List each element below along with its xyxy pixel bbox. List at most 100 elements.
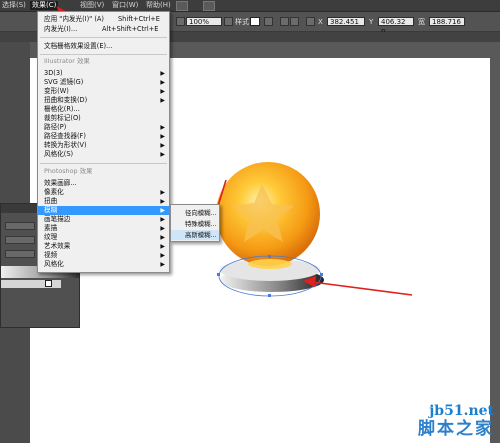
menu-item-path[interactable]: 路径(P) ▶: [38, 123, 169, 132]
menu-divider: [40, 37, 167, 38]
menu-item-gaussian-blur[interactable]: 高斯模糊...: [171, 230, 219, 240]
menu-item-label: 像素化: [44, 188, 64, 196]
style-swatch[interactable]: [250, 17, 260, 26]
menu-item-label: 艺术效果: [44, 242, 71, 250]
menu-item-last-effect[interactable]: 内发光(I)... Alt+Shift+Ctrl+E: [38, 25, 169, 34]
submenu-arrow-icon: ▶: [160, 252, 165, 259]
transform-icon[interactable]: [290, 17, 299, 26]
menu-item-label: 变形(W): [44, 87, 69, 95]
width-field[interactable]: 188.716: [429, 17, 465, 26]
menu-item-shortcut: Shift+Ctrl+E: [118, 15, 160, 23]
bridge-icon[interactable]: [176, 1, 188, 11]
menu-item-artistic[interactable]: 艺术效果 ▶: [38, 242, 169, 251]
submenu-arrow-icon: ▶: [160, 142, 165, 149]
menu-item-apply-last-effect[interactable]: 应用 "内发光(I)" (A) Shift+Ctrl+E: [38, 15, 169, 24]
y-label: Y: [369, 18, 374, 26]
x-label: X: [318, 18, 323, 26]
menu-item-stylize-ps[interactable]: 风格化 ▶: [38, 260, 169, 269]
menu-item-3d[interactable]: 3D(3) ▶: [38, 69, 169, 78]
submenu-arrow-icon: ▶: [160, 243, 165, 250]
menu-item-label: 内发光(I)...: [44, 25, 78, 33]
menu-view[interactable]: 视图(V): [80, 1, 104, 10]
submenu-arrow-icon: ▶: [160, 261, 165, 268]
menu-item-distort-transform[interactable]: 扭曲和变换(D) ▶: [38, 96, 169, 105]
watermark-name: 脚本之家: [418, 419, 494, 439]
gradient-preview: [1, 280, 61, 288]
opacity-toggle-icon[interactable]: [176, 17, 185, 26]
submenu-arrow-icon: ▶: [160, 216, 165, 223]
menu-item-blur[interactable]: 模糊 ▶: [38, 206, 169, 215]
menu-item-pixelate[interactable]: 像素化 ▶: [38, 188, 169, 197]
menu-item-label: 效果画廊...: [44, 179, 77, 187]
menu-item-texture[interactable]: 纹理 ▶: [38, 233, 169, 242]
menu-item-brush-strokes[interactable]: 画笔描边 ▶: [38, 215, 169, 224]
menu-item-label: 模糊: [44, 206, 58, 214]
menu-effect[interactable]: 效果(C): [30, 1, 59, 10]
menu-item-label: 高斯模糊...: [185, 231, 217, 239]
menu-item-stylize-ai[interactable]: 风格化(S) ▶: [38, 150, 169, 159]
arrange-documents-icon[interactable]: [203, 1, 215, 11]
menu-item-warp[interactable]: 变形(W) ▶: [38, 87, 169, 96]
opacity-field[interactable]: 100%: [186, 17, 222, 26]
menu-item-label: 风格化(S): [44, 150, 74, 158]
panel-field-3[interactable]: [5, 250, 35, 258]
menu-item-label: 素描: [44, 224, 58, 232]
menu-window[interactable]: 窗口(W): [112, 1, 138, 10]
width-label: 宽: [418, 18, 425, 26]
menu-item-svg-filters[interactable]: SVG 滤镜(G) ▶: [38, 78, 169, 87]
menu-item-label: 纹理: [44, 233, 58, 241]
menu-item-label: 3D(3): [44, 69, 63, 77]
menu-item-label: 径向模糊...: [185, 209, 217, 217]
style-dropdown-icon[interactable]: [264, 17, 273, 26]
menu-item-label: 特殊模糊...: [185, 220, 217, 228]
submenu-arrow-icon: ▶: [160, 133, 165, 140]
menu-item-label: 转换为形状(V): [44, 141, 87, 149]
submenu-arrow-icon: ▶: [160, 79, 165, 86]
menu-item-radial-blur[interactable]: 径向模糊...: [171, 208, 219, 218]
menu-item-raster-settings[interactable]: 文档栅格效果设置(E)...: [38, 42, 169, 51]
menu-item-label: SVG 滤镜(G): [44, 78, 84, 86]
submenu-arrow-icon: ▶: [160, 124, 165, 131]
menu-item-smart-blur[interactable]: 特殊模糊...: [171, 219, 219, 229]
opacity-dropdown-icon[interactable]: [224, 17, 233, 26]
menu-item-sketch[interactable]: 素描 ▶: [38, 224, 169, 233]
menu-item-label: 扭曲和变换(D): [44, 96, 88, 104]
panel-field-2[interactable]: [5, 236, 35, 244]
submenu-arrow-icon: ▶: [160, 151, 165, 158]
reference-point-icon[interactable]: [306, 17, 315, 26]
effect-menu: 应用 "内发光(I)" (A) Shift+Ctrl+E 内发光(I)... A…: [37, 11, 170, 273]
submenu-arrow-icon: ▶: [160, 97, 165, 104]
menu-item-distort[interactable]: 扭曲 ▶: [38, 197, 169, 206]
style-label: 样式: [235, 18, 249, 26]
menu-item-crop-marks[interactable]: 裁剪标记(O): [38, 114, 169, 123]
menu-item-effect-gallery[interactable]: 效果画廊...: [38, 179, 169, 188]
align-icon[interactable]: [280, 17, 289, 26]
submenu-arrow-icon: ▶: [160, 207, 165, 214]
menu-item-label: 扭曲: [44, 197, 58, 205]
gradient-stop[interactable]: [45, 280, 52, 287]
submenu-arrow-icon: ▶: [160, 198, 165, 205]
menu-item-label: 视频: [44, 251, 58, 259]
photoshop-effects-header: Photoshop 效果: [44, 167, 93, 175]
menu-divider: [40, 163, 167, 164]
x-field[interactable]: 382.451: [327, 17, 365, 26]
menu-item-video[interactable]: 视频 ▶: [38, 251, 169, 260]
menu-item-shortcut: Alt+Shift+Ctrl+E: [102, 25, 159, 33]
menu-help[interactable]: 帮助(H): [146, 1, 171, 10]
menu-item-label: 栅格化(R)...: [44, 105, 80, 113]
menu-item-pathfinder[interactable]: 路径查找器(F) ▶: [38, 132, 169, 141]
menu-item-rasterize[interactable]: 栅格化(R)...: [38, 105, 169, 114]
menu-item-label: 画笔描边: [44, 215, 71, 223]
submenu-arrow-icon: ▶: [160, 225, 165, 232]
submenu-arrow-icon: ▶: [160, 70, 165, 77]
menu-item-label: 文档栅格效果设置(E)...: [44, 42, 113, 50]
y-field[interactable]: 406.32 p: [378, 17, 414, 35]
submenu-arrow-icon: ▶: [160, 189, 165, 196]
submenu-arrow-icon: ▶: [160, 234, 165, 241]
panel-field-1[interactable]: [5, 222, 35, 230]
illustrator-effects-header: Illustrator 效果: [44, 57, 90, 65]
menu-item-label: 路径查找器(F): [44, 132, 86, 140]
menu-divider: [40, 54, 167, 55]
menu-select[interactable]: 选择(S): [2, 1, 26, 10]
menu-item-convert-to-shape[interactable]: 转换为形状(V) ▶: [38, 141, 169, 150]
